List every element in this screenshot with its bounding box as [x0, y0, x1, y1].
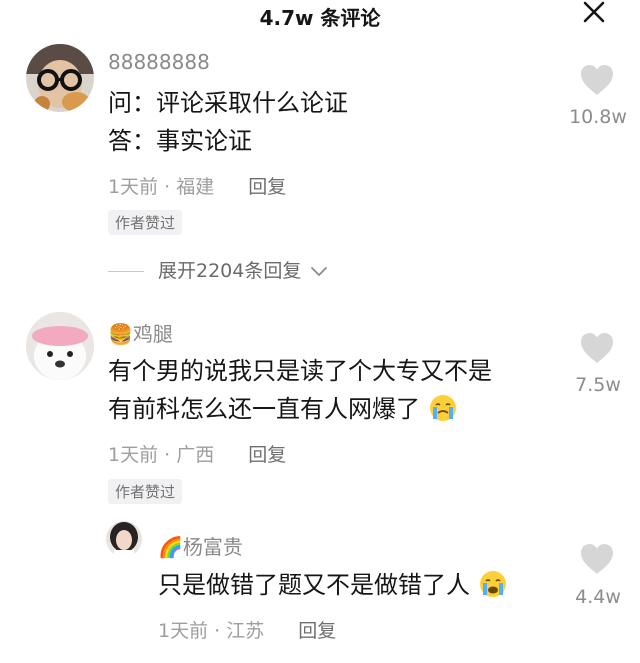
comment-location: 广西 [176, 444, 215, 466]
reply-meta: 1天前 · 江苏 回复 [158, 616, 336, 643]
meta-separator: · [164, 444, 177, 466]
comment-time: 1天前 [108, 444, 159, 466]
author-liked-badge: 作者赞过 [108, 210, 183, 235]
like-count: 7.5w [575, 374, 621, 396]
comment-meta: 1天前 · 福建 回复 [108, 172, 286, 199]
like-count: 4.4w [575, 586, 621, 608]
username-text: 杨富贵 [182, 535, 243, 559]
chevron-down-icon [311, 266, 328, 276]
crying-face-icon [479, 571, 506, 597]
close-icon [583, 1, 605, 23]
avatar[interactable] [26, 44, 94, 112]
comments-count-title: 4.7w 条评论 [259, 6, 381, 30]
close-button[interactable] [578, 0, 610, 26]
divider-line [108, 271, 144, 272]
avatar[interactable] [26, 312, 94, 380]
comment-text-span: 有前科怎么还一直有人网爆了 [108, 395, 420, 423]
like-button[interactable] [579, 64, 615, 96]
comment-text-line: 有个男的说我只是读了个大专又不是 [108, 357, 492, 385]
reply-button[interactable]: 回复 [248, 444, 286, 466]
reply-text-span: 只是做错了题又不是做错了人 [158, 571, 470, 599]
heart-icon [581, 65, 613, 95]
user-emoji: 🌈 [158, 535, 183, 559]
reply-text: 只是做错了题又不是做错了人 [158, 566, 508, 604]
like-count: 10.8w [569, 106, 627, 128]
reply-location: 江苏 [226, 620, 265, 642]
like-button[interactable] [579, 543, 615, 575]
comment-text-line: 有前科怎么还一直有人网爆了 [108, 390, 458, 428]
meta-separator: · [214, 620, 227, 642]
comment-meta: 1天前 · 广西 回复 [108, 440, 286, 467]
heart-icon [581, 333, 613, 363]
username-text: 鸡腿 [132, 322, 173, 346]
expand-replies-button[interactable]: 展开2204条回复 [108, 256, 329, 283]
comment-username[interactable]: 88888888 [108, 50, 210, 74]
reply-time: 1天前 [158, 620, 209, 642]
reply-button[interactable]: 回复 [248, 176, 286, 198]
comment-text-line: 答：事实论证 [108, 127, 252, 155]
reply-button[interactable]: 回复 [298, 620, 336, 642]
reply-username[interactable]: 🌈杨富贵 [158, 531, 243, 560]
user-emoji: 🍔 [108, 322, 133, 346]
comment-text-line: 问：评论采取什么论证 [108, 89, 348, 117]
author-liked-badge: 作者赞过 [108, 479, 183, 504]
avatar[interactable] [106, 521, 142, 557]
expand-replies-label: 展开2204条回复 [158, 260, 302, 282]
comment-location: 福建 [176, 176, 215, 198]
meta-separator: · [164, 176, 177, 198]
comment-username[interactable]: 🍔鸡腿 [108, 318, 173, 347]
comment-time: 1天前 [108, 176, 159, 198]
like-button[interactable] [579, 332, 615, 364]
crying-face-icon [429, 395, 456, 421]
heart-icon [581, 544, 613, 574]
